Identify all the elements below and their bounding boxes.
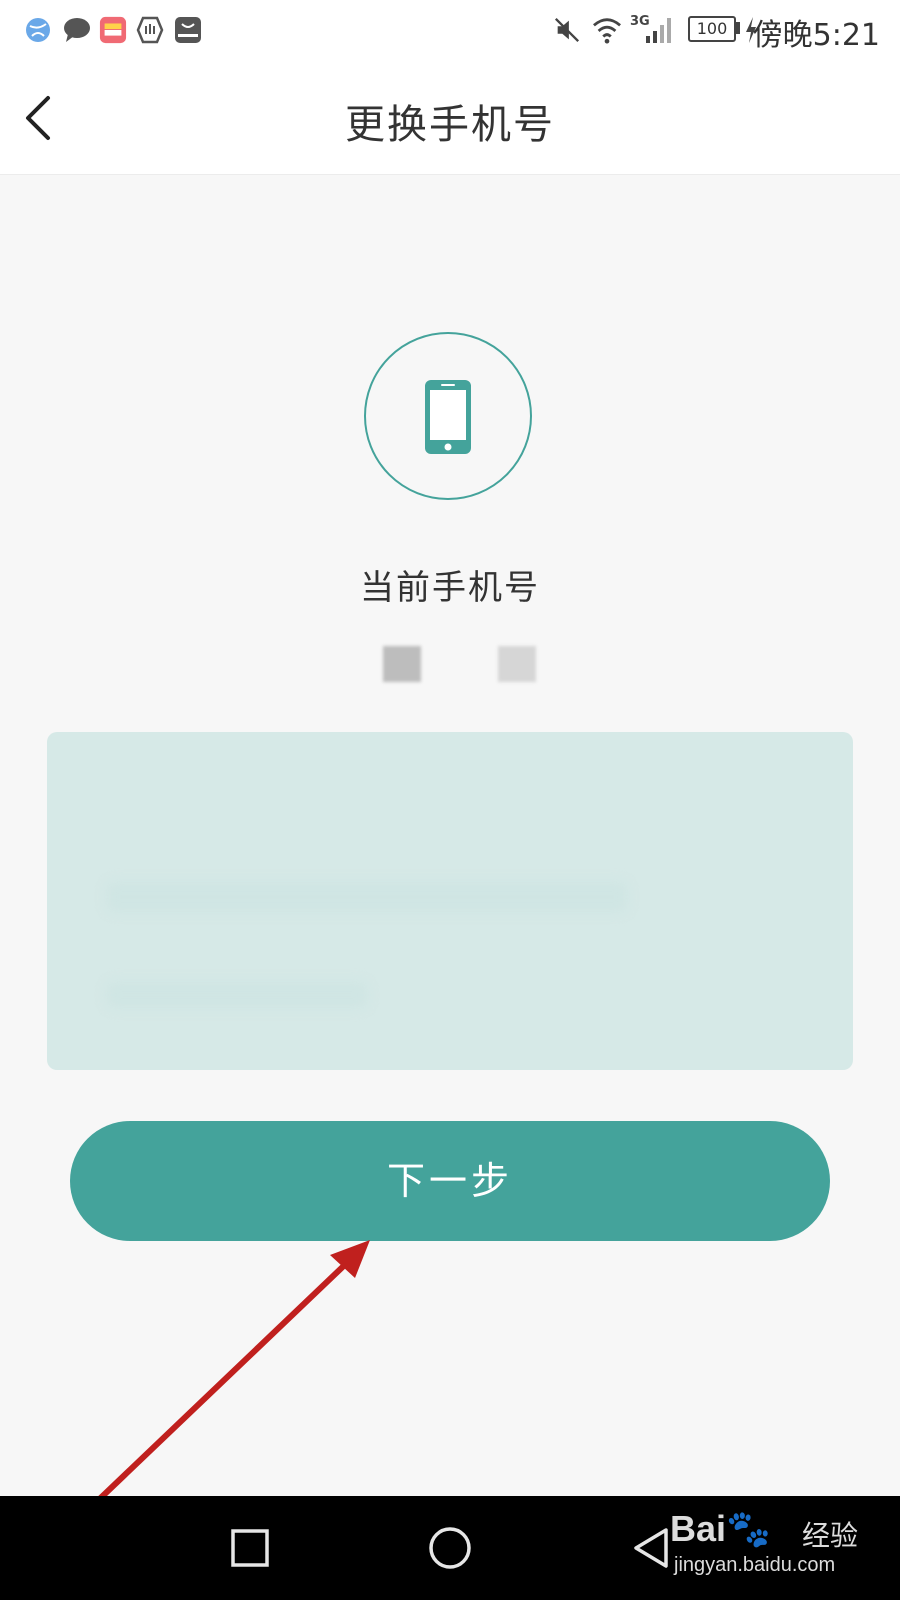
huawei-store-icon	[175, 17, 201, 43]
status-bar: 3G 100 傍晚5:21	[0, 0, 900, 62]
baidu-jingyan-watermark: Bai🐾 经验 jingyan.baidu.com	[670, 1508, 870, 1588]
obscured-text	[107, 882, 627, 912]
wifi-icon	[593, 18, 621, 44]
obscured-text	[107, 982, 367, 1008]
header: 更换手机号	[0, 62, 900, 175]
screen: 3G 100 傍晚5:21 更换手机号 当前手机号 下一步 Bai🐾 经验 ji…	[0, 0, 900, 1600]
next-step-button[interactable]: 下一步	[70, 1121, 830, 1241]
mask-block	[383, 646, 421, 682]
browser-icon	[26, 18, 50, 42]
home-icon[interactable]	[428, 1526, 472, 1570]
status-time: 傍晚5:21	[752, 18, 880, 53]
back-icon[interactable]	[630, 1526, 672, 1570]
battery-tip	[736, 22, 740, 34]
watermark-brand: Bai🐾	[670, 1508, 771, 1549]
mask-block	[498, 646, 536, 682]
wallet-icon	[99, 16, 127, 44]
paw-icon: 🐾	[726, 1508, 771, 1549]
smartphone-icon	[425, 380, 471, 454]
shield-icon	[136, 16, 164, 44]
masked-phone-number	[0, 646, 900, 690]
watermark-cn: 经验	[802, 1520, 859, 1551]
phone-icon-circle	[364, 332, 532, 500]
page-title: 更换手机号	[345, 102, 555, 148]
mute-icon	[554, 17, 580, 43]
signal-icon	[646, 18, 671, 43]
current-phone-label: 当前手机号	[360, 568, 540, 608]
watermark-url: jingyan.baidu.com	[674, 1554, 836, 1576]
recent-apps-icon[interactable]	[230, 1528, 270, 1568]
message-icon	[64, 18, 90, 42]
battery-icon: 100	[688, 16, 736, 42]
notice-box	[47, 732, 853, 1070]
